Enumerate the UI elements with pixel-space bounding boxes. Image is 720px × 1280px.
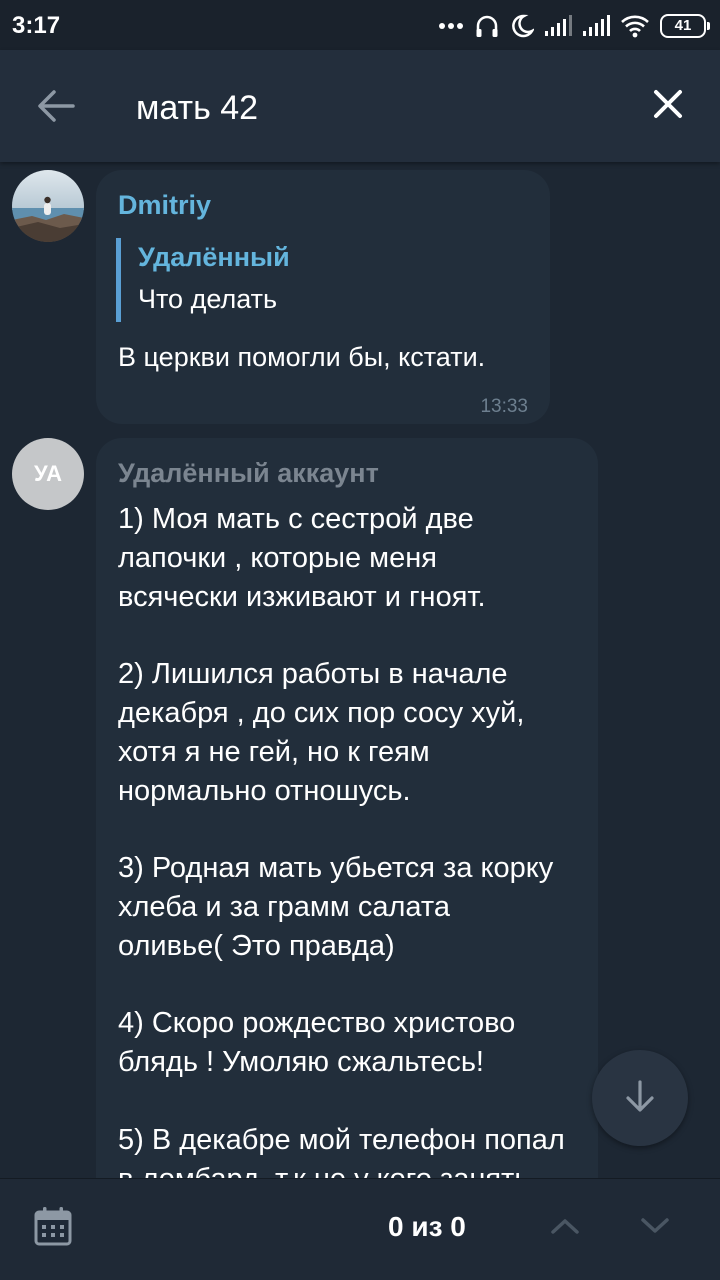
clear-search-button[interactable] [640, 78, 696, 134]
reply-text: Что делать [138, 284, 278, 314]
chevron-down-icon [640, 1217, 670, 1240]
telegram-chat-search-screen: 3:17 41 мать 42 Dmitriy Удалённый Что де… [0, 0, 720, 1280]
calendar-icon [34, 1206, 72, 1251]
previous-result-button[interactable] [542, 1205, 588, 1251]
chevron-up-icon [550, 1217, 580, 1240]
avatar[interactable] [12, 170, 84, 242]
chat-messages[interactable]: Dmitriy Удалённый Что делать В церкви по… [0, 162, 720, 1178]
wifi-icon [620, 14, 650, 38]
message-text: 1) Моя мать с сестрой две лапочки , кото… [118, 503, 565, 1178]
results-count: 0 из 0 [388, 1211, 466, 1242]
signal-icon [582, 15, 610, 37]
sender-name[interactable]: Dmitriy [118, 190, 211, 221]
signal-icon [544, 15, 572, 37]
message-bubble[interactable]: Dmitriy Удалённый Что делать В церкви по… [96, 170, 550, 424]
scroll-to-bottom-button[interactable] [592, 1050, 688, 1146]
calendar-button[interactable] [28, 1203, 78, 1253]
message-text: В церкви помогли бы, кстати. [118, 342, 486, 372]
close-icon [653, 89, 683, 124]
status-time: 3:17 [12, 12, 61, 39]
moon-icon [510, 13, 534, 39]
back-button[interactable] [26, 78, 86, 138]
avatar[interactable]: УА [12, 438, 84, 510]
arrow-left-icon [36, 88, 76, 129]
dots-icon [438, 21, 464, 31]
message-bubble[interactable]: Удалённый аккаунт 1) Моя мать с сестрой … [96, 438, 598, 1178]
avatar-initials: УА [34, 461, 62, 486]
message-time: 13:33 [480, 396, 528, 417]
status-icons: 41 [438, 10, 710, 42]
search-input[interactable] [136, 80, 616, 136]
arrow-down-icon [622, 1078, 658, 1119]
battery-icon: 41 [660, 14, 710, 38]
battery-level: 41 [674, 17, 692, 34]
status-bar: 3:17 41 [0, 0, 720, 50]
next-result-button[interactable] [632, 1205, 678, 1251]
search-header [0, 50, 720, 162]
search-results-bar: 0 из 0 [0, 1178, 720, 1280]
headphones-icon [474, 13, 500, 39]
reply-sender-name: Удалённый [138, 242, 290, 272]
reply-quote[interactable]: Удалённый Что делать [116, 238, 438, 322]
sender-name[interactable]: Удалённый аккаунт [118, 458, 379, 489]
